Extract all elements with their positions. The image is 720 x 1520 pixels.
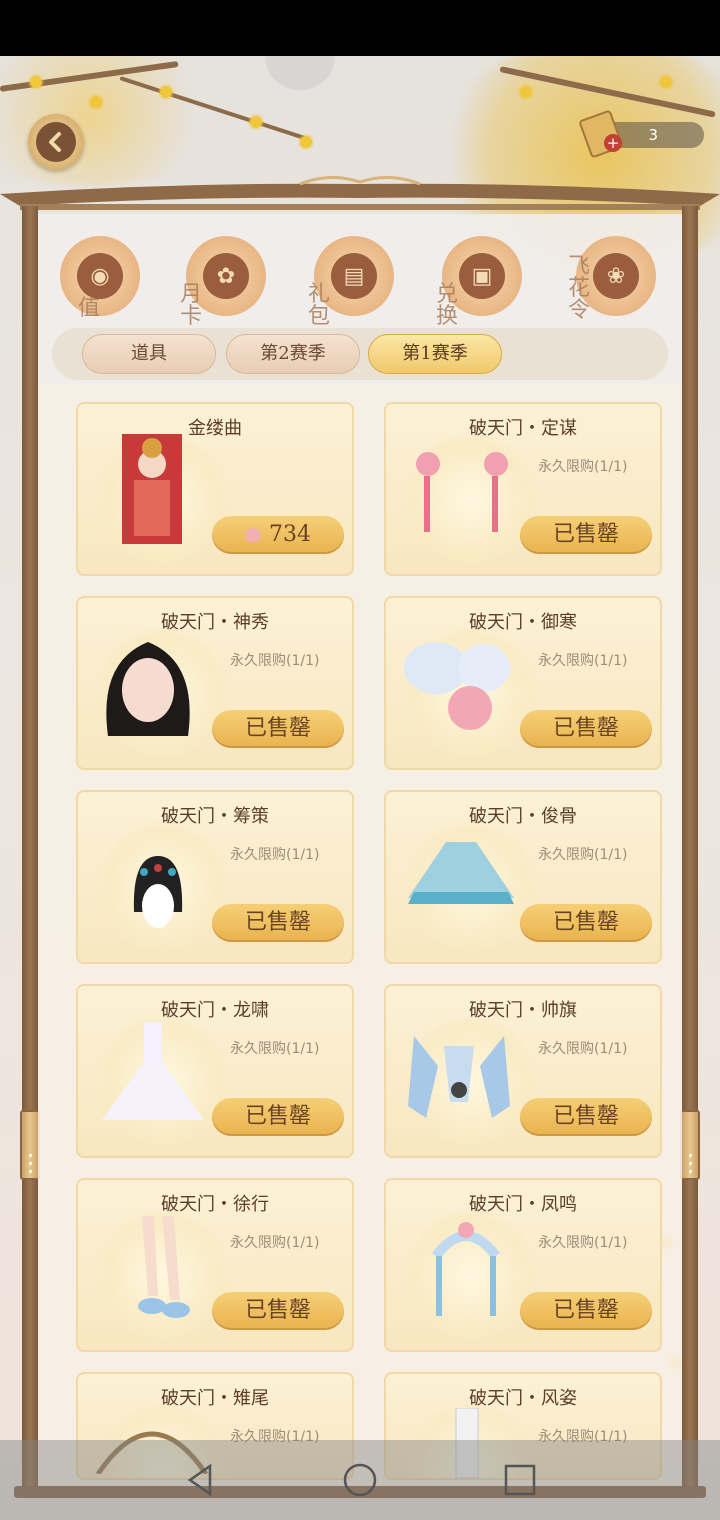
shop-item-card[interactable]: 破天门・筹策 永久限购(1/1) 已售罄 [76, 790, 354, 964]
back-button[interactable] [28, 114, 84, 170]
purchase-limit: 永久限购(1/1) [230, 1041, 320, 1057]
nav-back-button[interactable] [180, 1460, 220, 1500]
item-title: 金缕曲 [188, 418, 242, 439]
sold-out-button: 已售罄 [212, 1098, 344, 1136]
purchase-limit: 永久限购(1/1) [538, 1235, 628, 1251]
purchase-limit: 永久限购(1/1) [538, 1041, 628, 1057]
shop-item-card[interactable]: 金缕曲 734 [76, 402, 354, 576]
banner-flags-icon [408, 1036, 510, 1118]
purchase-limit: 永久限购(1/1) [538, 653, 628, 669]
purchase-limit: 永久限购(1/1) [230, 653, 320, 669]
sold-out-button: 已售罄 [520, 1292, 652, 1330]
item-title: 破天门・御寒 [469, 612, 577, 633]
gown-icon [102, 1022, 204, 1120]
nav-home-button[interactable] [340, 1460, 380, 1500]
sold-out-button: 已售罄 [212, 1292, 344, 1330]
sold-out-button: 已售罄 [212, 710, 344, 748]
scroll-icon: ❀ [593, 253, 639, 299]
frame-roof [0, 176, 720, 210]
shop-item-card[interactable]: 破天门・凤鸣 永久限购(1/1) 已售罄 [384, 1178, 662, 1352]
sold-out-button: 已售罄 [212, 904, 344, 942]
purchase-limit: 永久限购(1/1) [230, 847, 320, 863]
item-title: 破天门・俊骨 [469, 806, 577, 827]
crown-tassel-icon [432, 1222, 500, 1316]
fur-earmuff-icon [404, 642, 510, 730]
headpiece-icon [133, 856, 183, 928]
card-icon: ✿ [203, 253, 249, 299]
currency-count: 3 [648, 126, 658, 144]
frame-left [22, 206, 38, 1486]
buy-button[interactable]: 734 [212, 516, 344, 554]
shop-item-card[interactable]: 破天门・定谋 永久限购(1/1) 已售罄 [384, 402, 662, 576]
purchase-limit: 永久限购(1/1) [230, 1235, 320, 1251]
category-coin-label: 值 [78, 296, 101, 321]
item-title: 破天门・风姿 [469, 1388, 577, 1409]
left-scroll-handle[interactable] [20, 1110, 40, 1180]
shop-item-card[interactable]: 破天门・神秀 永久限购(1/1) 已售罄 [76, 596, 354, 770]
purchase-limit: 永久限购(1/1) [538, 847, 628, 863]
add-currency-button[interactable]: + [604, 134, 622, 152]
tab-season-1[interactable]: 第1赛季 [368, 334, 502, 374]
shop-item-card[interactable]: 破天门・徐行 永久限购(1/1) 已售罄 [76, 1178, 354, 1352]
tab-props[interactable]: 道具 [82, 334, 216, 374]
cape-icon [408, 842, 514, 904]
shop-item-card[interactable]: 破天门・御寒 永久限购(1/1) 已售罄 [384, 596, 662, 770]
back-arrow-icon [36, 122, 76, 162]
item-title: 破天门・帅旗 [469, 1000, 577, 1021]
sold-out-button: 已售罄 [520, 904, 652, 942]
item-title: 破天门・筹策 [161, 806, 269, 827]
status-bar [0, 0, 720, 56]
sold-out-button: 已售罄 [520, 516, 652, 554]
hair-ornament-icon [416, 452, 508, 532]
category-gift-pack-label: 礼包 [308, 282, 331, 328]
shop-item-card[interactable]: 破天门・龙啸 永久限购(1/1) 已售罄 [76, 984, 354, 1158]
sold-out-button: 已售罄 [520, 710, 652, 748]
shop-item-card[interactable]: 破天门・帅旗 永久限购(1/1) 已售罄 [384, 984, 662, 1158]
tab-season-2[interactable]: 第2赛季 [226, 334, 360, 374]
shoes-icon [138, 1216, 190, 1318]
item-price: 734 [269, 522, 311, 547]
category-row: ◉ 值 ✿ 月卡 ▤ 礼包 ▣ 兑换 ❀ 飞花令 [38, 228, 682, 328]
right-scroll-handle[interactable] [680, 1110, 700, 1180]
category-monthly-card-label: 月卡 [180, 282, 203, 328]
gift-icon: ▤ [331, 253, 377, 299]
frame-right [682, 206, 698, 1486]
coin-icon: ◉ [77, 253, 123, 299]
category-exchange-label: 兑换 [436, 282, 459, 328]
costume-portrait-icon [122, 434, 182, 544]
nav-recents-button[interactable] [500, 1460, 540, 1500]
shop-item-card[interactable]: 破天门・俊骨 永久限购(1/1) 已售罄 [384, 790, 662, 964]
item-title: 破天门・神秀 [161, 612, 269, 633]
price-icon [245, 528, 261, 542]
item-title: 破天门・定谋 [469, 418, 577, 439]
item-title: 破天门・凤鸣 [469, 1194, 577, 1215]
item-title: 破天门・龙啸 [161, 1000, 269, 1021]
item-title: 破天门・徐行 [161, 1194, 269, 1215]
category-feihualing-label: 飞花令 [568, 254, 591, 323]
box-icon: ▣ [459, 253, 505, 299]
hairstyle-portrait-icon [106, 642, 190, 736]
sold-out-button: 已售罄 [520, 1098, 652, 1136]
purchase-limit: 永久限购(1/1) [538, 459, 628, 475]
